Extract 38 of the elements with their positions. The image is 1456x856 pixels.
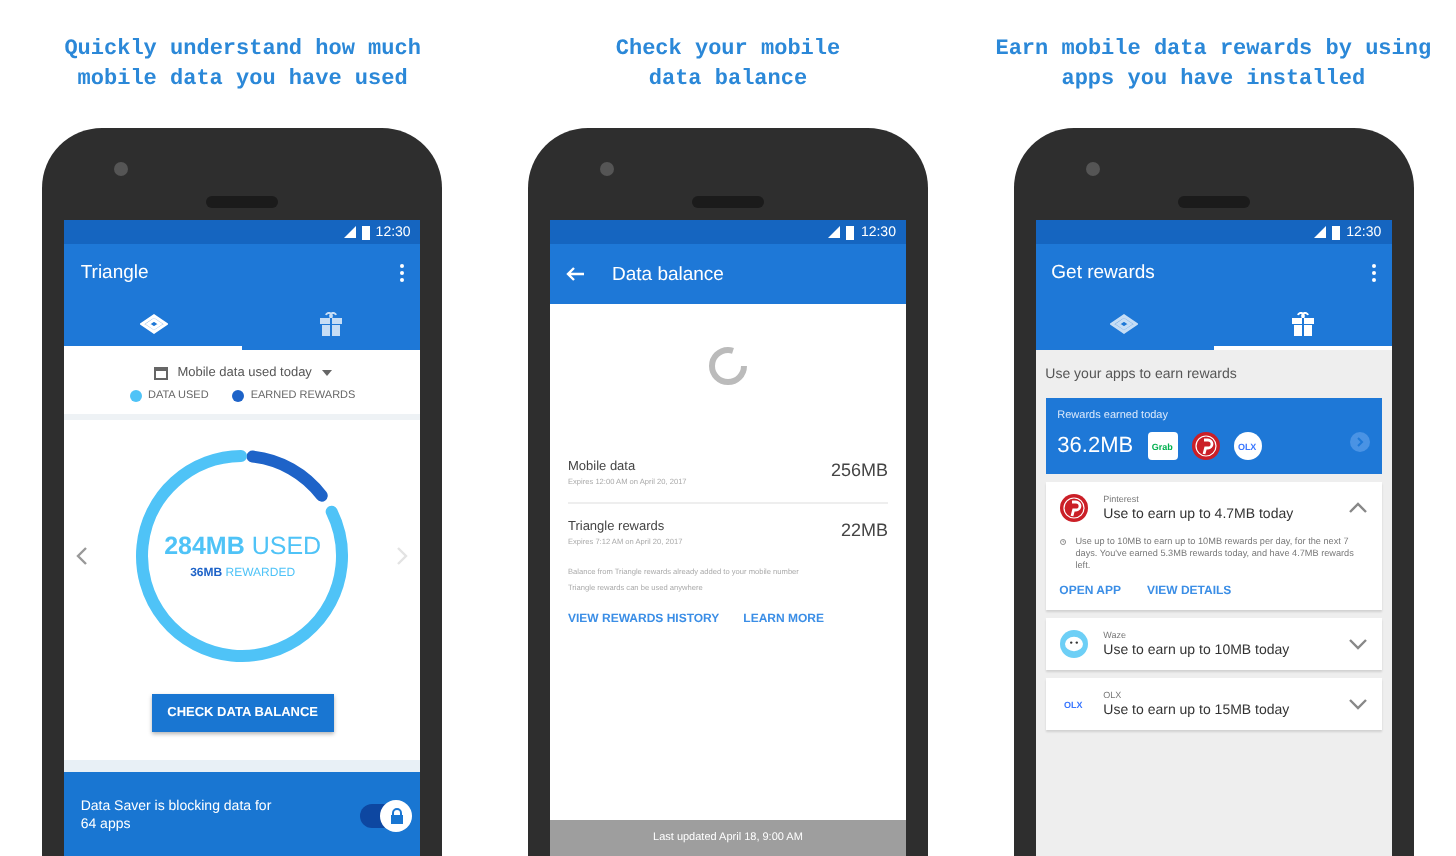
feature-caption: Earn mobile data rewards by using apps you have installed <box>995 36 1432 96</box>
balance-amount: 22MB <box>840 520 888 540</box>
app-title: Triangle <box>80 261 149 283</box>
signal-icon <box>343 226 356 238</box>
more-menu-icon[interactable] <box>400 263 405 281</box>
app-logo-icon <box>1191 432 1220 460</box>
battery-icon <box>1332 225 1341 239</box>
battery-icon <box>846 225 855 239</box>
gift-icon <box>1291 311 1314 335</box>
lock-icon <box>389 808 404 824</box>
more-menu-icon[interactable] <box>1371 263 1376 281</box>
camera-icon <box>1085 162 1100 176</box>
feature-caption: Check your mobile data balance <box>615 36 841 96</box>
data-used-total: 284MB USED <box>164 531 322 559</box>
camera-icon <box>114 162 129 176</box>
diamond-icon <box>1110 313 1139 333</box>
camera-icon <box>599 162 614 176</box>
signal-icon <box>828 226 841 238</box>
app-title: Get rewards <box>1051 261 1155 283</box>
calendar-icon <box>153 366 168 380</box>
collapse-chevron-icon[interactable] <box>1347 502 1368 514</box>
loading-spinner-icon <box>705 344 750 388</box>
clock-icon <box>1059 536 1066 548</box>
dropdown-caret-icon[interactable] <box>321 370 332 376</box>
app-title: Data balance <box>611 263 724 285</box>
balance-amount: 256MB <box>830 460 888 480</box>
expand-chevron-icon[interactable] <box>1347 698 1368 710</box>
gift-icon <box>320 311 343 335</box>
expand-chevron-icon[interactable] <box>1347 638 1368 650</box>
app-logo-icon <box>1059 494 1088 522</box>
app-logo-icon <box>1059 630 1088 658</box>
battery-icon <box>361 225 370 239</box>
back-arrow-icon[interactable] <box>565 266 584 282</box>
feature-caption: Quickly understand how much mobile data you have used <box>64 36 421 96</box>
signal-icon <box>1314 226 1327 238</box>
previous-chevron-icon[interactable] <box>76 545 89 565</box>
diamond-icon <box>139 313 168 333</box>
rewards-total: 36.2MB <box>1057 434 1134 458</box>
